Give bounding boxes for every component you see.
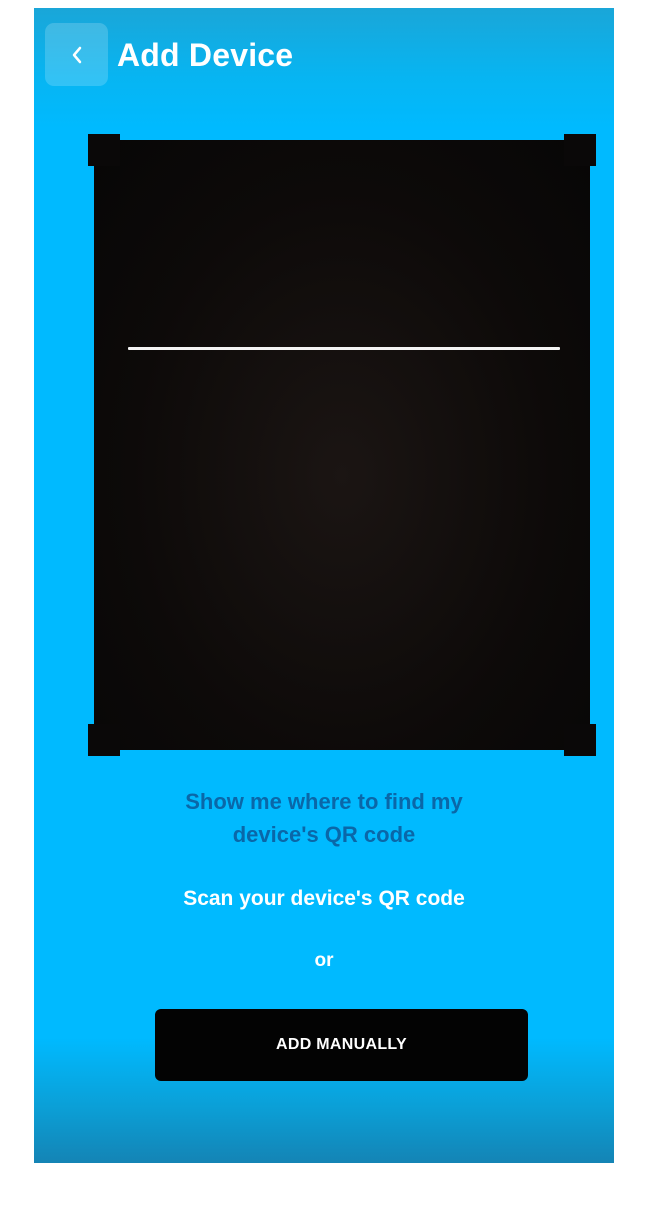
back-button[interactable] xyxy=(45,23,108,86)
scan-line xyxy=(128,347,560,350)
qr-scanner-viewfinder xyxy=(88,134,596,756)
find-qr-code-help-link[interactable]: Show me where to find my device's QR cod… xyxy=(34,785,614,851)
chevron-left-icon xyxy=(70,44,84,66)
viewfinder-corner-bottom-left xyxy=(88,724,120,756)
help-link-line-2: device's QR code xyxy=(232,822,416,847)
or-separator: or xyxy=(314,950,334,971)
viewfinder-corner-top-left xyxy=(88,134,120,166)
scan-instruction: Scan your device's QR code xyxy=(183,887,465,910)
viewfinder-corner-bottom-right xyxy=(564,724,596,756)
add-manually-button[interactable]: ADD MANUALLY xyxy=(155,1009,528,1081)
header: Add Device xyxy=(34,8,614,103)
viewfinder-corner-top-right xyxy=(564,134,596,166)
page-title: Add Device xyxy=(117,37,294,73)
help-link-line-1: Show me where to find my xyxy=(185,789,463,814)
add-device-screen: Add Device Show me where to find my devi… xyxy=(34,8,614,1163)
